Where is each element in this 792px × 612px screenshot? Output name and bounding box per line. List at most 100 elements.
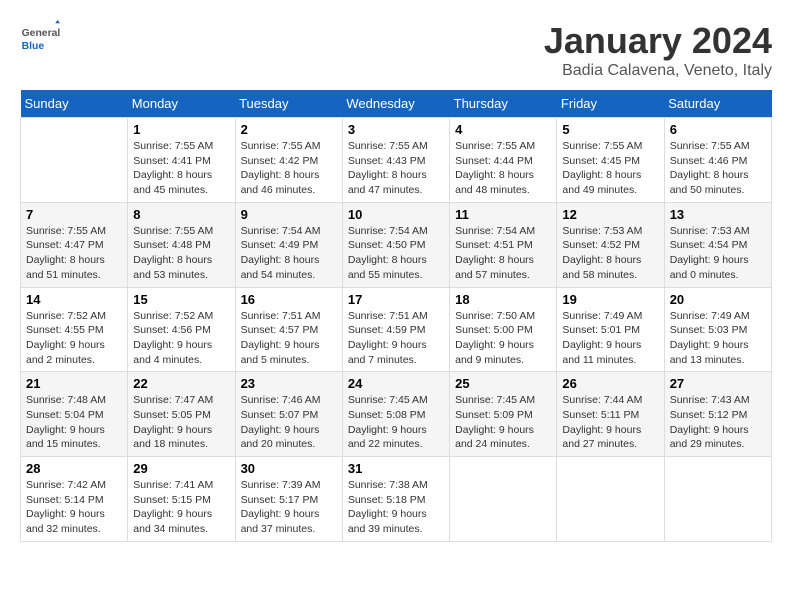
calendar-day-cell: 8Sunrise: 7:55 AM Sunset: 4:48 PM Daylig… bbox=[128, 202, 235, 287]
calendar-day-cell: 17 Sunrise: 7:51 AM Sunset: 4:59 PM Dayli… bbox=[342, 287, 449, 372]
weekday-header-thursday: Thursday bbox=[450, 90, 557, 118]
day-number: 30 bbox=[241, 461, 337, 476]
calendar-day-cell: 30 Sunrise: 7:39 AM Sunset: 5:17 PM Dayli… bbox=[235, 457, 342, 542]
calendar-day-cell: 21 Sunrise: 7:48 AM Sunset: 5:04 PM Dayli… bbox=[21, 372, 128, 457]
day-info: Sunrise: 7:50 AM Sunset: 5:00 PM Dayligh… bbox=[455, 309, 551, 368]
day-number: 20 bbox=[670, 292, 766, 307]
calendar-week-row: 28Sunrise: 7:42 AM Sunset: 5:14 PM Dayli… bbox=[21, 457, 772, 542]
calendar-day-cell: 22 Sunrise: 7:47 AM Sunset: 5:05 PM Dayli… bbox=[128, 372, 235, 457]
calendar-day-cell: 4 Sunrise: 7:55 AM Sunset: 4:44 PM Daylig… bbox=[450, 118, 557, 203]
day-info: Sunrise: 7:49 AM Sunset: 5:01 PM Dayligh… bbox=[562, 309, 658, 368]
weekday-header-row: SundayMondayTuesdayWednesdayThursdayFrid… bbox=[21, 90, 772, 118]
calendar-day-cell: 31 Sunrise: 7:38 AM Sunset: 5:18 PM Dayli… bbox=[342, 457, 449, 542]
day-number: 2 bbox=[241, 122, 337, 137]
day-number: 27 bbox=[670, 376, 766, 391]
calendar-day-cell: 27 Sunrise: 7:43 AM Sunset: 5:12 PM Dayli… bbox=[664, 372, 771, 457]
day-number: 13 bbox=[670, 207, 766, 222]
day-info: Sunrise: 7:55 AM Sunset: 4:43 PM Dayligh… bbox=[348, 139, 444, 198]
day-info: Sunrise: 7:49 AM Sunset: 5:03 PM Dayligh… bbox=[670, 309, 766, 368]
weekday-header-saturday: Saturday bbox=[664, 90, 771, 118]
calendar-day-cell: 1 Sunrise: 7:55 AM Sunset: 4:41 PM Daylig… bbox=[128, 118, 235, 203]
weekday-header-wednesday: Wednesday bbox=[342, 90, 449, 118]
calendar-day-cell: 19Sunrise: 7:49 AM Sunset: 5:01 PM Dayli… bbox=[557, 287, 664, 372]
logo-svg: General Blue bbox=[20, 20, 60, 60]
calendar-day-cell: 13 Sunrise: 7:53 AM Sunset: 4:54 PM Dayli… bbox=[664, 202, 771, 287]
svg-text:General: General bbox=[22, 28, 60, 39]
calendar-day-cell: 20 Sunrise: 7:49 AM Sunset: 5:03 PM Dayli… bbox=[664, 287, 771, 372]
day-info: Sunrise: 7:39 AM Sunset: 5:17 PM Dayligh… bbox=[241, 478, 337, 537]
calendar-day-cell: 12 Sunrise: 7:53 AM Sunset: 4:52 PM Dayli… bbox=[557, 202, 664, 287]
day-info: Sunrise: 7:51 AM Sunset: 4:59 PM Dayligh… bbox=[348, 309, 444, 368]
day-info: Sunrise: 7:53 AM Sunset: 4:52 PM Dayligh… bbox=[562, 224, 658, 283]
day-number: 18 bbox=[455, 292, 551, 307]
day-info: Sunrise: 7:48 AM Sunset: 5:04 PM Dayligh… bbox=[26, 393, 122, 452]
calendar-day-cell: 11 Sunrise: 7:54 AM Sunset: 4:51 PM Dayli… bbox=[450, 202, 557, 287]
day-info: Sunrise: 7:55 AM Sunset: 4:47 PM Dayligh… bbox=[26, 224, 122, 283]
day-info: Sunrise: 7:55 AM Sunset: 4:46 PM Dayligh… bbox=[670, 139, 766, 198]
weekday-header-sunday: Sunday bbox=[21, 90, 128, 118]
svg-text:Blue: Blue bbox=[22, 41, 45, 52]
calendar-day-cell: 28Sunrise: 7:42 AM Sunset: 5:14 PM Dayli… bbox=[21, 457, 128, 542]
day-number: 17 bbox=[348, 292, 444, 307]
day-info: Sunrise: 7:54 AM Sunset: 4:50 PM Dayligh… bbox=[348, 224, 444, 283]
calendar-day-cell bbox=[21, 118, 128, 203]
day-info: Sunrise: 7:55 AM Sunset: 4:41 PM Dayligh… bbox=[133, 139, 229, 198]
weekday-header-monday: Monday bbox=[128, 90, 235, 118]
weekday-header-tuesday: Tuesday bbox=[235, 90, 342, 118]
calendar-day-cell: 2 Sunrise: 7:55 AM Sunset: 4:42 PM Daylig… bbox=[235, 118, 342, 203]
day-info: Sunrise: 7:51 AM Sunset: 4:57 PM Dayligh… bbox=[241, 309, 337, 368]
calendar-day-cell: 5 Sunrise: 7:55 AM Sunset: 4:45 PM Daylig… bbox=[557, 118, 664, 203]
calendar-day-cell: 14Sunrise: 7:52 AM Sunset: 4:55 PM Dayli… bbox=[21, 287, 128, 372]
day-info: Sunrise: 7:55 AM Sunset: 4:45 PM Dayligh… bbox=[562, 139, 658, 198]
day-info: Sunrise: 7:54 AM Sunset: 4:51 PM Dayligh… bbox=[455, 224, 551, 283]
day-number: 25 bbox=[455, 376, 551, 391]
day-number: 8 bbox=[133, 207, 229, 222]
day-number: 22 bbox=[133, 376, 229, 391]
day-number: 12 bbox=[562, 207, 658, 222]
calendar-day-cell: 25 Sunrise: 7:45 AM Sunset: 5:09 PM Dayli… bbox=[450, 372, 557, 457]
calendar-day-cell: 9 Sunrise: 7:54 AM Sunset: 4:49 PM Daylig… bbox=[235, 202, 342, 287]
day-info: Sunrise: 7:38 AM Sunset: 5:18 PM Dayligh… bbox=[348, 478, 444, 537]
day-info: Sunrise: 7:54 AM Sunset: 4:49 PM Dayligh… bbox=[241, 224, 337, 283]
calendar-day-cell bbox=[450, 457, 557, 542]
calendar-day-cell: 24Sunrise: 7:45 AM Sunset: 5:08 PM Dayli… bbox=[342, 372, 449, 457]
day-number: 16 bbox=[241, 292, 337, 307]
day-number: 7 bbox=[26, 207, 122, 222]
month-title: January 2024 bbox=[544, 20, 772, 62]
day-number: 9 bbox=[241, 207, 337, 222]
day-info: Sunrise: 7:55 AM Sunset: 4:44 PM Dayligh… bbox=[455, 139, 551, 198]
day-info: Sunrise: 7:47 AM Sunset: 5:05 PM Dayligh… bbox=[133, 393, 229, 452]
calendar-week-row: 21 Sunrise: 7:48 AM Sunset: 5:04 PM Dayli… bbox=[21, 372, 772, 457]
day-info: Sunrise: 7:53 AM Sunset: 4:54 PM Dayligh… bbox=[670, 224, 766, 283]
day-info: Sunrise: 7:45 AM Sunset: 5:09 PM Dayligh… bbox=[455, 393, 551, 452]
day-number: 11 bbox=[455, 207, 551, 222]
day-info: Sunrise: 7:55 AM Sunset: 4:42 PM Dayligh… bbox=[241, 139, 337, 198]
day-info: Sunrise: 7:43 AM Sunset: 5:12 PM Dayligh… bbox=[670, 393, 766, 452]
day-number: 1 bbox=[133, 122, 229, 137]
calendar-day-cell bbox=[557, 457, 664, 542]
calendar-week-row: 7 Sunrise: 7:55 AM Sunset: 4:47 PM Daylig… bbox=[21, 202, 772, 287]
calendar-day-cell: 6Sunrise: 7:55 AM Sunset: 4:46 PM Daylig… bbox=[664, 118, 771, 203]
day-number: 21 bbox=[26, 376, 122, 391]
calendar-day-cell bbox=[664, 457, 771, 542]
calendar-week-row: 1 Sunrise: 7:55 AM Sunset: 4:41 PM Daylig… bbox=[21, 118, 772, 203]
calendar-day-cell: 26Sunrise: 7:44 AM Sunset: 5:11 PM Dayli… bbox=[557, 372, 664, 457]
day-number: 15 bbox=[133, 292, 229, 307]
day-info: Sunrise: 7:45 AM Sunset: 5:08 PM Dayligh… bbox=[348, 393, 444, 452]
day-info: Sunrise: 7:52 AM Sunset: 4:55 PM Dayligh… bbox=[26, 309, 122, 368]
calendar-table: SundayMondayTuesdayWednesdayThursdayFrid… bbox=[20, 90, 772, 542]
calendar-day-cell: 16 Sunrise: 7:51 AM Sunset: 4:57 PM Dayli… bbox=[235, 287, 342, 372]
day-number: 28 bbox=[26, 461, 122, 476]
day-info: Sunrise: 7:46 AM Sunset: 5:07 PM Dayligh… bbox=[241, 393, 337, 452]
day-number: 23 bbox=[241, 376, 337, 391]
day-number: 31 bbox=[348, 461, 444, 476]
day-number: 4 bbox=[455, 122, 551, 137]
day-number: 5 bbox=[562, 122, 658, 137]
day-info: Sunrise: 7:44 AM Sunset: 5:11 PM Dayligh… bbox=[562, 393, 658, 452]
logo: General Blue bbox=[20, 20, 64, 60]
day-number: 29 bbox=[133, 461, 229, 476]
day-info: Sunrise: 7:52 AM Sunset: 4:56 PM Dayligh… bbox=[133, 309, 229, 368]
weekday-header-friday: Friday bbox=[557, 90, 664, 118]
day-info: Sunrise: 7:41 AM Sunset: 5:15 PM Dayligh… bbox=[133, 478, 229, 537]
calendar-day-cell: 7 Sunrise: 7:55 AM Sunset: 4:47 PM Daylig… bbox=[21, 202, 128, 287]
